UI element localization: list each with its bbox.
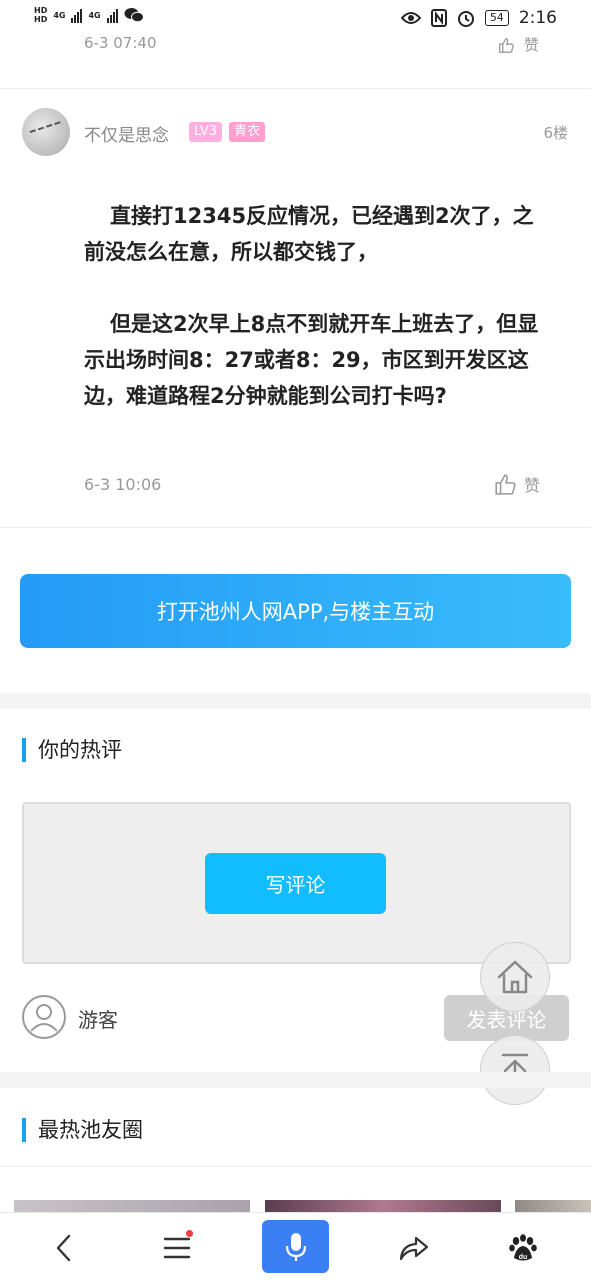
hd-indicator-1: HD	[34, 6, 48, 15]
nfc-icon	[430, 9, 447, 27]
signal-icon	[106, 7, 118, 23]
bottom-nav: du	[0, 1212, 591, 1281]
voice-search-button[interactable]	[262, 1220, 329, 1273]
post-paragraph: 但是这2次早上8点不到就开车上班去了，但显示出场时间8：27或者8：29，市区到…	[84, 312, 539, 408]
thumbs-up-icon	[495, 474, 516, 495]
signal-icon	[71, 7, 83, 23]
divider	[0, 527, 591, 528]
network-type-2: 4G	[88, 10, 101, 20]
notification-dot	[186, 1230, 193, 1237]
like-label: 赞	[524, 476, 541, 495]
title-badge: 青衣	[229, 122, 266, 142]
back-button[interactable]	[39, 1223, 89, 1273]
prev-post-time: 6-3 07:40	[84, 34, 157, 52]
section-separator	[0, 693, 591, 709]
username[interactable]: 不仅是思念	[84, 121, 169, 146]
guest-label: 游客	[78, 1008, 118, 1032]
write-comment-button[interactable]: 写评论	[205, 853, 386, 914]
divider	[0, 88, 591, 89]
open-app-button[interactable]: 打开池州人网APP,与楼主互动	[20, 574, 571, 648]
post-time: 6-3 10:06	[84, 475, 162, 494]
svg-text:du: du	[519, 1254, 528, 1261]
status-left: HD HD 4G 4G	[34, 6, 144, 24]
user-icon	[30, 1004, 58, 1032]
prev-like-button[interactable]: 赞	[496, 34, 539, 55]
divider	[0, 1166, 591, 1167]
section-separator	[0, 1072, 591, 1088]
menu-button[interactable]	[152, 1223, 202, 1273]
friend-post-thumbnail[interactable]	[515, 1200, 591, 1212]
eye-icon	[400, 12, 421, 24]
section-title-friends-circle: 最热池友圈	[22, 1118, 143, 1142]
alarm-icon	[457, 11, 474, 27]
avatar[interactable]	[22, 108, 70, 156]
thumbs-up-icon	[498, 37, 514, 53]
friend-post-thumbnail[interactable]	[14, 1200, 250, 1212]
baidu-button[interactable]: du	[498, 1223, 548, 1273]
menu-icon	[163, 1237, 191, 1259]
share-icon	[399, 1236, 429, 1261]
back-icon	[56, 1234, 71, 1262]
share-button[interactable]	[389, 1223, 439, 1273]
level-badge: LV3	[189, 122, 222, 142]
mic-icon	[285, 1232, 306, 1261]
back-to-top-button[interactable]	[480, 1035, 550, 1105]
home-icon	[497, 960, 533, 994]
battery-icon: 54	[484, 10, 509, 26]
friend-post-thumbnail[interactable]	[265, 1200, 501, 1212]
wechat-icon	[124, 8, 144, 23]
post-content: 直接打12345反应情况，已经遇到2次了，之前没怎么在意，所以都交钱了， 但是这…	[84, 198, 554, 414]
section-title-hot-comment: 你的热评	[22, 738, 122, 762]
home-float-button[interactable]	[480, 942, 550, 1012]
network-type-1: 4G	[53, 10, 66, 20]
post-paragraph: 直接打12345反应情况，已经遇到2次了，之前没怎么在意，所以都交钱了，	[84, 204, 534, 264]
like-button[interactable]: 赞	[494, 472, 540, 496]
floor-number: 6楼	[543, 124, 568, 142]
hd-indicator-2: HD	[34, 15, 48, 24]
baidu-paw-icon: du	[509, 1234, 537, 1261]
like-label: 赞	[524, 36, 540, 54]
guest-avatar	[22, 995, 66, 1039]
status-right: 54 2:16	[400, 8, 557, 28]
clock: 2:16	[518, 8, 557, 28]
